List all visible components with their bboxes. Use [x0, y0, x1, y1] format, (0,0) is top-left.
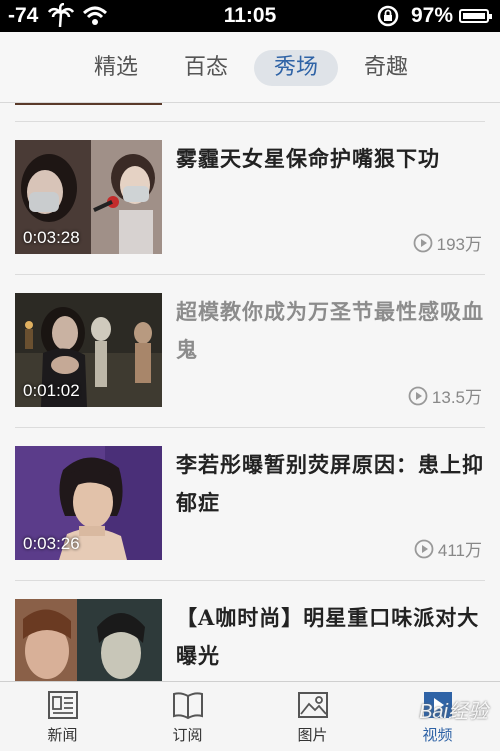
video-item[interactable]: 0:03:26 李若彤曝暂别荧屏原因：患上抑郁症 411万: [0, 446, 500, 598]
view-count: 13.5万: [408, 383, 482, 408]
battery-percent: 97%: [411, 4, 454, 27]
baidu-jingyan-watermark: Bai经验: [419, 701, 488, 723]
play-count-icon: [414, 539, 434, 558]
tabbar-pictures[interactable]: 图片: [250, 682, 375, 751]
tabbar-label: 图片: [297, 726, 328, 744]
tab-jingxuan[interactable]: 精选: [82, 50, 150, 86]
view-count: 411万: [414, 536, 482, 561]
divider: [15, 427, 485, 428]
video-duration: 0:03:26: [23, 534, 80, 553]
video-title[interactable]: 雾霾天女星保命护嘴狠下功: [176, 140, 486, 178]
divider: [15, 121, 485, 122]
video-item[interactable]: 0:03:28 雾霾天女星保命护嘴狠下功 193万: [0, 140, 500, 292]
previous-item-thumbnail-edge: [15, 103, 162, 105]
tabbar-subscribe[interactable]: 订阅: [125, 682, 250, 751]
book-icon: [173, 692, 203, 720]
picture-icon: [298, 692, 328, 718]
tab-qiqu[interactable]: 奇趣: [352, 50, 420, 86]
video-thumbnail[interactable]: 0:03:26: [15, 446, 162, 560]
play-count-icon: [413, 233, 433, 252]
video-duration: 0:03:28: [23, 228, 80, 247]
view-count-value: 13.5万: [431, 388, 482, 407]
video-thumbnail[interactable]: 0:03:28: [15, 140, 162, 254]
tabbar-label: 新闻: [47, 726, 78, 744]
video-item[interactable]: 0:01:02 超模教你成为万圣节最性感吸血鬼 13.5万: [0, 293, 500, 445]
view-count-value: 411万: [437, 541, 482, 560]
battery-icon: [459, 9, 492, 23]
news-icon: [48, 691, 78, 719]
tabbar-label: 订阅: [172, 726, 203, 744]
divider: [15, 274, 485, 275]
tabbar-label: 视频: [422, 726, 453, 744]
video-title[interactable]: 【A咖时尚】明星重口味派对大曝光: [176, 599, 486, 675]
tabbar-news[interactable]: 新闻: [0, 682, 125, 751]
video-thumbnail[interactable]: [15, 599, 162, 681]
video-thumbnail[interactable]: 0:01:02: [15, 293, 162, 407]
divider: [15, 580, 485, 581]
rotation-lock-icon: [376, 5, 400, 32]
video-title[interactable]: 超模教你成为万圣节最性感吸血鬼: [176, 293, 486, 369]
view-count: 193万: [413, 230, 482, 255]
tab-xiuchang[interactable]: 秀场: [254, 50, 338, 86]
category-tabs: 精选 百态 秀场 奇趣: [0, 32, 500, 103]
video-list[interactable]: 0:03:28 雾霾天女星保命护嘴狠下功 193万 0:01:02 超模教你成为…: [0, 103, 500, 681]
tab-baitai[interactable]: 百态: [172, 50, 240, 86]
play-count-icon: [408, 386, 428, 405]
view-count-value: 193万: [436, 235, 482, 254]
video-item[interactable]: 【A咖时尚】明星重口味派对大曝光: [0, 599, 500, 681]
video-title[interactable]: 李若彤曝暂别荧屏原因：患上抑郁症: [176, 446, 486, 522]
status-bar: -74 11:05 97%: [0, 0, 500, 32]
video-duration: 0:01:02: [23, 381, 80, 400]
